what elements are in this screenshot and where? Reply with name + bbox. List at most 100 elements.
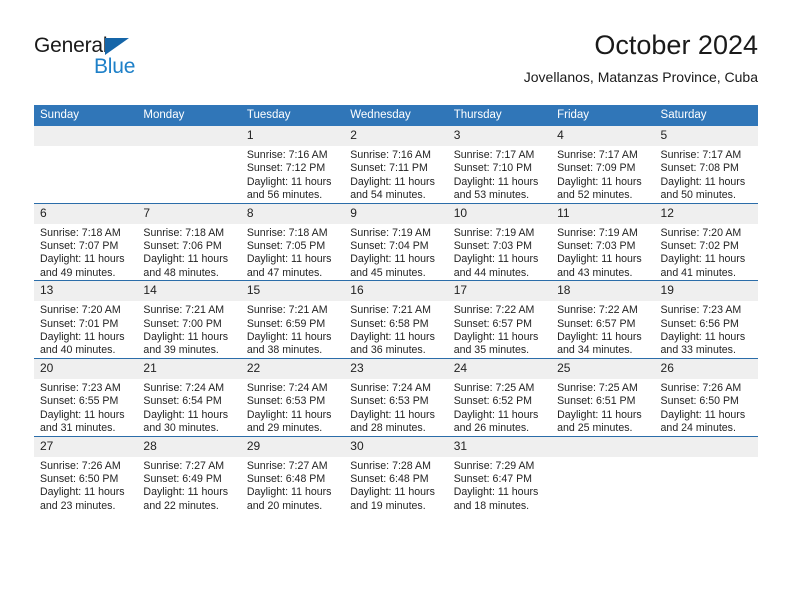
day-detail-line: and 35 minutes.	[453, 344, 530, 357]
calendar-day-cell[interactable]: 12 Sunrise: 7:20 AM Sunset: 7:02 PM Dayligh…	[654, 202, 758, 281]
day-sun-details: Sunrise: 7:19 AM Sunset: 7:03 PM Daylight:…	[448, 224, 551, 281]
day-detail-line: Daylight: 11 hours	[246, 486, 332, 499]
day-detail-line: Daylight: 11 hours	[557, 408, 642, 421]
day-detail-line: Sunset: 7:03 PM	[557, 240, 636, 253]
calendar-day-cell[interactable]: 31 Sunrise: 7:29 AM Sunset: 6:47 PM Dayligh…	[447, 435, 552, 514]
calendar-day-cell[interactable]: 13 Sunrise: 7:20 AM Sunset: 7:01 PM Dayligh…	[34, 280, 138, 359]
calendar-day-cell[interactable]: 29 Sunrise: 7:27 AM Sunset: 6:48 PM Dayligh…	[240, 435, 345, 514]
day-detail-line: and 33 minutes.	[660, 344, 736, 357]
day-detail-line: Sunset: 6:57 PM	[453, 317, 533, 330]
day-detail-line: Sunset: 7:00 PM	[143, 317, 222, 330]
calendar-day-cell[interactable]: 21 Sunrise: 7:24 AM Sunset: 6:54 PM Dayligh…	[137, 357, 241, 436]
day-number: 23	[344, 358, 448, 379]
day-detail-line: Daylight: 11 hours	[350, 331, 435, 344]
day-detail-line: Sunrise: 7:19 AM	[557, 226, 638, 239]
calendar-day-cell[interactable]: 1 Sunrise: 7:16 AM Sunset: 7:12 PM Daylight…	[240, 126, 345, 203]
calendar-day-cell[interactable]: 8 Sunrise: 7:18 AM Sunset: 7:05 PM Daylight…	[240, 202, 345, 281]
calendar-day-cell[interactable]: 6 Sunrise: 7:18 AM Sunset: 7:07 PM Daylight…	[34, 202, 138, 281]
calendar-day-cell[interactable]: 24 Sunrise: 7:25 AM Sunset: 6:52 PM Dayligh…	[447, 357, 552, 436]
calendar-day-cell[interactable]: 10 Sunrise: 7:19 AM Sunset: 7:03 PM Dayligh…	[447, 202, 552, 281]
day-detail-line: Daylight: 11 hours	[660, 175, 746, 188]
day-number: 25	[551, 358, 655, 379]
day-detail-line: and 29 minutes.	[246, 422, 323, 435]
calendar-day-cell[interactable]: 4 Sunrise: 7:17 AM Sunset: 7:09 PM Daylight…	[551, 126, 655, 203]
calendar-body: 1 Sunrise: 7:16 AM Sunset: 7:12 PM Daylight…	[34, 126, 758, 514]
day-sun-details: Sunrise: 7:20 AM Sunset: 7:01 PM Daylight:…	[34, 301, 137, 358]
day-detail-line: and 28 minutes.	[350, 422, 426, 435]
calendar-day-cell[interactable]: 5 Sunrise: 7:17 AM Sunset: 7:08 PM Daylight…	[654, 126, 758, 203]
calendar-week-row: 13 Sunrise: 7:20 AM Sunset: 7:01 PM Dayligh…	[34, 280, 758, 359]
day-detail-line: Daylight: 11 hours	[453, 408, 539, 421]
day-detail-line: Sunrise: 7:22 AM	[557, 304, 638, 317]
calendar-empty-cell	[654, 435, 758, 514]
day-sun-details: Sunrise: 7:17 AM Sunset: 7:08 PM Daylight:…	[655, 146, 758, 203]
day-detail-line: Sunset: 7:07 PM	[40, 240, 119, 253]
calendar-day-cell[interactable]: 22 Sunrise: 7:24 AM Sunset: 6:53 PM Dayligh…	[240, 357, 345, 436]
calendar-day-cell[interactable]: 23 Sunrise: 7:24 AM Sunset: 6:53 PM Dayligh…	[344, 357, 448, 436]
calendar-day-cell[interactable]: 17 Sunrise: 7:22 AM Sunset: 6:57 PM Dayligh…	[447, 280, 552, 359]
day-sun-details: Sunrise: 7:21 AM Sunset: 6:59 PM Daylight:…	[241, 301, 344, 358]
day-detail-line: and 40 minutes.	[40, 344, 116, 357]
page-header: General Blue October 2024 Jovellanos, Ma…	[34, 28, 758, 98]
weekday-header-sunday: Sunday	[34, 105, 138, 126]
day-detail-line: Sunset: 6:56 PM	[660, 317, 739, 330]
day-detail-line: Sunrise: 7:20 AM	[40, 304, 121, 317]
day-detail-line: Sunset: 6:52 PM	[453, 395, 533, 408]
calendar-week-row: 1 Sunrise: 7:16 AM Sunset: 7:12 PM Daylight…	[34, 126, 758, 203]
calendar-day-cell[interactable]: 9 Sunrise: 7:19 AM Sunset: 7:04 PM Daylight…	[344, 202, 448, 281]
day-number: 27	[34, 436, 138, 457]
day-detail-line: and 30 minutes.	[143, 422, 219, 435]
day-detail-line: Sunrise: 7:29 AM	[453, 459, 535, 472]
day-detail-line: Sunrise: 7:17 AM	[660, 149, 742, 161]
day-detail-line: and 39 minutes.	[143, 344, 219, 357]
calendar-day-cell[interactable]: 15 Sunrise: 7:21 AM Sunset: 6:59 PM Dayligh…	[240, 280, 345, 359]
calendar-day-cell[interactable]: 27 Sunrise: 7:26 AM Sunset: 6:50 PM Dayligh…	[34, 435, 138, 514]
title-block: October 2024 Jovellanos, Matanzas Provin…	[524, 28, 758, 88]
day-sun-details: Sunrise: 7:24 AM Sunset: 6:53 PM Daylight:…	[344, 379, 447, 436]
day-sun-details: Sunrise: 7:16 AM Sunset: 7:12 PM Daylight:…	[241, 146, 344, 203]
day-detail-line: Sunset: 7:01 PM	[40, 317, 119, 330]
day-detail-line: Daylight: 11 hours	[557, 175, 642, 188]
day-detail-line: Daylight: 11 hours	[143, 408, 229, 421]
calendar-day-cell[interactable]: 20 Sunrise: 7:23 AM Sunset: 6:55 PM Dayligh…	[34, 357, 138, 436]
day-detail-line: Sunrise: 7:21 AM	[143, 304, 225, 317]
day-sun-details: Sunrise: 7:21 AM Sunset: 6:58 PM Daylight:…	[344, 301, 447, 358]
day-number: 30	[344, 436, 448, 457]
day-detail-line: Sunrise: 7:19 AM	[350, 226, 431, 239]
calendar-empty-cell	[137, 126, 241, 203]
day-detail-line: and 18 minutes.	[453, 499, 530, 512]
calendar-day-cell[interactable]: 25 Sunrise: 7:25 AM Sunset: 6:51 PM Dayligh…	[551, 357, 655, 436]
calendar-day-cell[interactable]: 11 Sunrise: 7:19 AM Sunset: 7:03 PM Dayligh…	[551, 202, 655, 281]
day-detail-line: Sunrise: 7:20 AM	[660, 226, 742, 239]
day-sun-details: Sunrise: 7:25 AM Sunset: 6:51 PM Daylight:…	[551, 379, 654, 436]
day-detail-line: Daylight: 11 hours	[660, 253, 746, 266]
day-detail-line: Sunset: 7:11 PM	[350, 162, 428, 175]
calendar-week-row: 6 Sunrise: 7:18 AM Sunset: 7:07 PM Daylight…	[34, 202, 758, 281]
calendar-day-cell[interactable]: 16 Sunrise: 7:21 AM Sunset: 6:58 PM Dayligh…	[344, 280, 448, 359]
general-blue-logo: General Blue	[34, 34, 234, 88]
calendar-day-cell[interactable]: 26 Sunrise: 7:26 AM Sunset: 6:50 PM Dayligh…	[654, 357, 758, 436]
day-detail-line: Sunset: 6:51 PM	[557, 395, 636, 408]
day-number: 21	[137, 358, 241, 379]
calendar-day-cell[interactable]: 28 Sunrise: 7:27 AM Sunset: 6:49 PM Dayligh…	[137, 435, 241, 514]
day-detail-line: Daylight: 11 hours	[40, 486, 125, 499]
day-detail-line: and 25 minutes.	[557, 422, 633, 435]
day-detail-line: Daylight: 11 hours	[350, 175, 435, 188]
calendar-day-cell[interactable]: 2 Sunrise: 7:16 AM Sunset: 7:11 PM Daylight…	[344, 126, 448, 203]
day-number: 1	[240, 126, 345, 146]
calendar-day-cell[interactable]: 14 Sunrise: 7:21 AM Sunset: 7:00 PM Dayligh…	[137, 280, 241, 359]
day-detail-line: Sunrise: 7:24 AM	[143, 381, 225, 394]
calendar-day-cell[interactable]: 7 Sunrise: 7:18 AM Sunset: 7:06 PM Daylight…	[137, 202, 241, 281]
day-detail-line: Sunrise: 7:18 AM	[143, 226, 225, 239]
day-sun-details: Sunrise: 7:28 AM Sunset: 6:48 PM Daylight:…	[344, 457, 447, 514]
calendar-day-cell[interactable]: 19 Sunrise: 7:23 AM Sunset: 6:56 PM Dayligh…	[654, 280, 758, 359]
day-detail-line: Sunset: 7:05 PM	[246, 240, 326, 253]
day-detail-line: Sunrise: 7:22 AM	[453, 304, 535, 317]
calendar-day-cell[interactable]: 30 Sunrise: 7:28 AM Sunset: 6:48 PM Dayligh…	[344, 435, 448, 514]
day-detail-line: Sunrise: 7:24 AM	[350, 381, 431, 394]
calendar-day-cell[interactable]: 18 Sunrise: 7:22 AM Sunset: 6:57 PM Dayligh…	[551, 280, 655, 359]
calendar-table: Sunday Monday Tuesday Wednesday Thursday Frid…	[34, 105, 758, 514]
calendar-day-cell[interactable]: 3 Sunrise: 7:17 AM Sunset: 7:10 PM Daylight…	[447, 126, 552, 203]
day-detail-line: Sunrise: 7:25 AM	[453, 381, 535, 394]
day-detail-line: and 23 minutes.	[40, 499, 116, 512]
